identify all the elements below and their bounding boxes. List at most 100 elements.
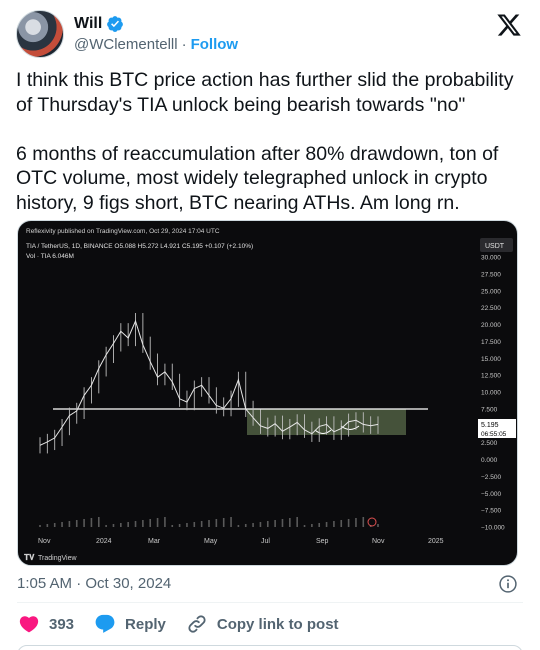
copy-link-label: Copy link to post xyxy=(216,615,339,633)
x-tick-label: May xyxy=(204,538,218,545)
tweet-paragraph-2: 6 months of reaccumulation after 80% dra… xyxy=(16,142,499,214)
action-bar: 393 Reply Copy link to post xyxy=(18,612,359,636)
heart-icon xyxy=(19,616,39,633)
volume-bar xyxy=(127,522,129,527)
volume-bar xyxy=(164,517,166,527)
volume-bar xyxy=(83,519,85,527)
y-tick-label: 7.500 xyxy=(481,406,498,413)
volume-bar xyxy=(289,518,291,527)
y-tick-label: 25.000 xyxy=(481,288,501,295)
y-tick-label: 0.000 xyxy=(481,457,498,464)
volume-bar xyxy=(296,517,298,527)
x-tick-label: Jul xyxy=(261,538,270,545)
y-tick-label: 2.500 xyxy=(481,440,498,447)
divider xyxy=(17,602,523,603)
author-handle-row: @WClementelll · Follow xyxy=(74,36,238,53)
y-tick-label: −10.000 xyxy=(481,525,505,532)
volume-bar xyxy=(318,523,321,527)
volume-bar xyxy=(303,525,306,527)
author-name-row: Will xyxy=(74,15,124,33)
volume-bar xyxy=(142,520,144,527)
volume-bar xyxy=(39,525,41,527)
x-tick-label: Mar xyxy=(148,538,161,545)
volume-bar xyxy=(120,523,122,527)
currency-label: USDT xyxy=(485,243,505,250)
volume-bar xyxy=(362,517,365,527)
volume-bar xyxy=(171,525,174,527)
tradingview-brand: TradingView xyxy=(38,555,77,562)
tweet-header: Will @WClementelll · Follow xyxy=(16,10,524,60)
y-tick-label: 30.000 xyxy=(481,255,501,262)
volume-bar xyxy=(274,520,276,527)
like-count: 393 xyxy=(49,615,75,633)
volume-bar xyxy=(156,518,159,527)
reply-bubble-icon xyxy=(95,614,115,633)
volume-bar xyxy=(244,524,247,527)
volume-bar xyxy=(53,523,56,527)
x-axis: Nov 2024 Mar May Jul Sep Nov 2025 xyxy=(38,538,444,545)
volume-bar xyxy=(46,524,49,527)
volume-bar xyxy=(281,519,284,527)
reply-label: Reply xyxy=(125,615,166,633)
y-tick-label: 10.000 xyxy=(481,390,501,397)
volume-bar xyxy=(134,521,137,527)
author-handle[interactable]: @WClementelll xyxy=(74,36,178,53)
like-button[interactable]: 393 xyxy=(18,613,74,635)
tradingview-logo-icon: 𝐓𝐕 xyxy=(24,553,35,562)
volume-bar xyxy=(230,517,232,527)
x-logo-icon[interactable] xyxy=(496,12,522,38)
volume-bar xyxy=(347,519,350,527)
read-replies-button[interactable] xyxy=(17,645,523,650)
volume-bar xyxy=(75,520,78,527)
info-icon[interactable] xyxy=(498,574,518,594)
y-tick-label: 20.000 xyxy=(481,322,501,329)
x-tick-label: Nov xyxy=(38,538,51,545)
copy-link-button[interactable]: Copy link to post xyxy=(186,613,339,635)
volume-bar xyxy=(149,519,152,527)
volume-bar xyxy=(377,524,379,527)
author-name[interactable]: Will xyxy=(74,15,102,33)
x-tick-label: 2025 xyxy=(428,538,444,545)
separator-dot: · xyxy=(181,36,187,53)
x-tick-label: Nov xyxy=(372,538,385,545)
reply-button[interactable]: Reply xyxy=(94,613,166,635)
x-tick-label: Sep xyxy=(316,538,329,545)
tweet-text: I think this BTC price action has furthe… xyxy=(16,68,526,240)
tradingview-chart: Reflexivity published on TradingView.com… xyxy=(24,228,516,562)
chart-published-line: Reflexivity published on TradingView.com… xyxy=(26,228,220,235)
volume-bar xyxy=(68,521,71,527)
y-tick-label: −2.500 xyxy=(481,474,501,481)
y-tick-label: −5.000 xyxy=(481,491,501,498)
volume-bar xyxy=(252,523,254,527)
volume-bar xyxy=(97,517,100,527)
y-tick-label: −7.500 xyxy=(481,508,501,515)
volume-bar xyxy=(178,524,181,527)
tweet-timestamp[interactable]: 1:05 AM · Oct 30, 2024 xyxy=(17,575,171,592)
y-tick-label: 22.500 xyxy=(481,305,501,312)
y-axis: 30.000 27.500 25.000 22.500 20.000 17.500 15.0… xyxy=(481,255,505,532)
volume-bar xyxy=(112,524,115,527)
event-marker-icon xyxy=(367,517,377,527)
x-tick-label: 2024 xyxy=(96,538,112,545)
volume-bar xyxy=(237,525,240,527)
volume-bar xyxy=(333,521,335,527)
tweet-paragraph-1: I think this BTC price action has furthe… xyxy=(16,69,514,116)
y-tick-label: 17.500 xyxy=(481,339,501,346)
volume-bar xyxy=(311,524,313,527)
y-tick-label: 12.500 xyxy=(481,373,501,380)
volume-bar xyxy=(215,519,218,527)
volume-bar xyxy=(186,523,188,527)
chart-image[interactable]: Reflexivity published on TradingView.com… xyxy=(17,220,518,566)
avatar[interactable] xyxy=(16,10,64,58)
volume-bar xyxy=(200,521,203,527)
volume-bar xyxy=(61,522,63,527)
volume-bar xyxy=(355,518,357,527)
volume-bar xyxy=(259,522,262,527)
verified-badge-icon xyxy=(107,16,124,32)
volume-bar xyxy=(193,522,196,527)
y-tick-label: 27.500 xyxy=(481,271,501,278)
volume-bar xyxy=(325,522,328,527)
follow-button[interactable]: Follow xyxy=(191,36,239,53)
volume-bar xyxy=(340,520,343,527)
price-tag-label: 5.195 xyxy=(481,422,499,429)
